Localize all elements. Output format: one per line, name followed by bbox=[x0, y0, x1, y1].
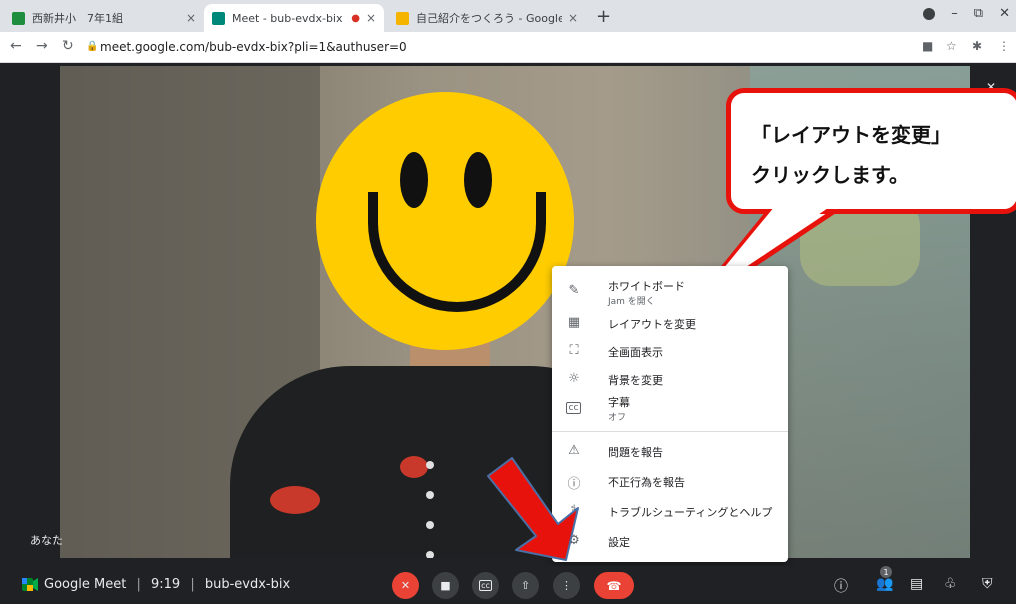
recording-indicator-icon: ● bbox=[351, 12, 360, 24]
minimize-icon[interactable]: – bbox=[951, 6, 958, 21]
people-icon[interactable]: 👥 bbox=[876, 576, 893, 592]
meeting-code: bub-evdx-bix bbox=[204, 577, 291, 592]
menu-divider bbox=[552, 431, 788, 432]
slides-favicon-icon bbox=[396, 11, 409, 25]
instruction-callout: 「レイアウトを変更」 クリックします。 bbox=[726, 88, 1016, 214]
chat-icon[interactable]: ▤ bbox=[910, 576, 923, 592]
info-separator: | bbox=[190, 577, 195, 592]
self-name-label: あなた bbox=[30, 534, 63, 547]
extensions-icon[interactable]: ✱ bbox=[972, 39, 982, 53]
smiley-mouth bbox=[368, 192, 546, 312]
address-bar: ← → ↻ 🔒 meet.google.com/bub-evdx-bix?pli… bbox=[0, 32, 1016, 63]
google-meet-logo-icon bbox=[22, 578, 38, 591]
tab-slides[interactable]: 自己紹介をつくろう - Google × bbox=[388, 4, 586, 32]
tab-close-icon[interactable]: × bbox=[186, 11, 196, 25]
camera-indicator-icon[interactable]: ■ bbox=[922, 39, 933, 53]
pencil-icon: ✎ bbox=[568, 283, 580, 298]
participant-count-badge: 1 bbox=[880, 566, 892, 578]
camera-icon: ■ bbox=[440, 579, 451, 592]
bookmark-star-icon[interactable]: ☆ bbox=[946, 39, 957, 53]
leave-call-button[interactable]: ☎ bbox=[594, 572, 634, 599]
present-icon: ⇧ bbox=[520, 579, 531, 592]
help-icon: ⚕ bbox=[570, 503, 578, 518]
layout-icon: ▦ bbox=[567, 315, 581, 330]
meeting-details-icon[interactable]: ⓘ bbox=[834, 576, 848, 596]
close-window-icon[interactable]: ✕ bbox=[999, 6, 1010, 21]
tab-class[interactable]: 西新井小 7年1組 × bbox=[4, 4, 204, 32]
camera-toggle-button[interactable]: ■ bbox=[432, 572, 459, 599]
menu-item-change-background[interactable]: ☼ 背景を変更 bbox=[552, 368, 788, 392]
new-tab-button[interactable]: + bbox=[596, 6, 611, 27]
tab-title: Meet - bub-evdx-bix bbox=[232, 11, 343, 25]
lock-icon[interactable]: 🔒 bbox=[86, 41, 98, 52]
more-options-button[interactable]: ⋮ bbox=[553, 572, 580, 599]
tab-close-icon[interactable]: × bbox=[568, 11, 578, 25]
menu-item-settings[interactable]: ⚙ 設定 bbox=[552, 530, 788, 554]
reload-icon[interactable]: ↻ bbox=[62, 38, 74, 54]
callout-line-2: クリックします。 bbox=[751, 163, 909, 187]
captions-icon: cc bbox=[566, 402, 581, 414]
present-now-button[interactable]: ⇧ bbox=[512, 572, 539, 599]
captions-button[interactable]: cc bbox=[472, 572, 499, 599]
activities-icon[interactable]: ♧ bbox=[944, 576, 957, 592]
captions-icon: cc bbox=[479, 580, 492, 591]
menu-item-troubleshooting[interactable]: ⚕ トラブルシューティングとヘルプ bbox=[552, 500, 788, 524]
menu-item-captions[interactable]: cc 字幕 オフ bbox=[552, 394, 788, 426]
tab-strip: 西新井小 7年1組 × Meet - bub-evdx-bix ● × 自己紹介… bbox=[0, 0, 1016, 32]
menu-item-report-problem[interactable]: ⚠ 問題を報告 bbox=[552, 440, 788, 464]
tab-title: 自己紹介をつくろう - Google bbox=[416, 12, 562, 25]
background-icon: ☼ bbox=[568, 371, 580, 386]
tab-meet[interactable]: Meet - bub-evdx-bix ● × bbox=[204, 4, 384, 32]
fullscreen-icon: ⛶ bbox=[569, 343, 579, 358]
host-controls-icon[interactable]: ⛨ bbox=[982, 576, 993, 592]
menu-item-whiteboard[interactable]: ✎ ホワイトボード Jam を開く bbox=[552, 278, 788, 310]
mic-toggle-button[interactable]: ✕ bbox=[392, 572, 419, 599]
end-call-icon: ☎ bbox=[606, 578, 622, 593]
more-options-menu: ✎ ホワイトボード Jam を開く ▦ レイアウトを変更 ⛶ 全画面表示 ☼ 背… bbox=[552, 266, 788, 562]
tab-close-icon[interactable]: × bbox=[366, 11, 376, 25]
abuse-icon: ⓘ bbox=[567, 477, 581, 492]
meet-favicon-icon bbox=[212, 11, 225, 25]
app-name: Google Meet bbox=[44, 577, 127, 592]
back-icon[interactable]: ← bbox=[10, 38, 22, 54]
gear-icon: ⚙ bbox=[568, 533, 580, 548]
report-icon: ⚠ bbox=[568, 443, 580, 458]
meeting-time: 9:19 bbox=[150, 577, 181, 592]
menu-item-fullscreen[interactable]: ⛶ 全画面表示 bbox=[552, 340, 788, 364]
window-controls: – ⧉ ✕ bbox=[923, 6, 1010, 21]
restore-icon[interactable]: ⧉ bbox=[974, 6, 983, 21]
classroom-favicon-icon bbox=[12, 11, 25, 25]
forward-icon[interactable]: → bbox=[36, 38, 48, 54]
url-field[interactable]: meet.google.com/bub-evdx-bix?pli=1&authu… bbox=[100, 40, 407, 54]
browser-menu-icon[interactable]: ⋮ bbox=[998, 39, 1010, 53]
meet-control-bar: Google Meet | 9:19 | bub-evdx-bix ✕ ■ cc… bbox=[0, 566, 1016, 604]
mic-off-icon: ✕ bbox=[400, 579, 411, 592]
smiley-face-cover bbox=[316, 92, 574, 350]
profile-icon[interactable] bbox=[923, 7, 936, 20]
menu-item-report-abuse[interactable]: ⓘ 不正行為を報告 bbox=[552, 470, 788, 494]
info-separator: | bbox=[136, 577, 141, 592]
callout-line-1: 「レイアウトを変更」 bbox=[751, 123, 951, 147]
meeting-info: Google Meet | 9:19 | bub-evdx-bix bbox=[44, 577, 290, 592]
tab-title: 西新井小 7年1組 bbox=[32, 12, 123, 25]
more-vert-icon: ⋮ bbox=[561, 579, 572, 592]
menu-item-change-layout[interactable]: ▦ レイアウトを変更 bbox=[552, 312, 788, 336]
